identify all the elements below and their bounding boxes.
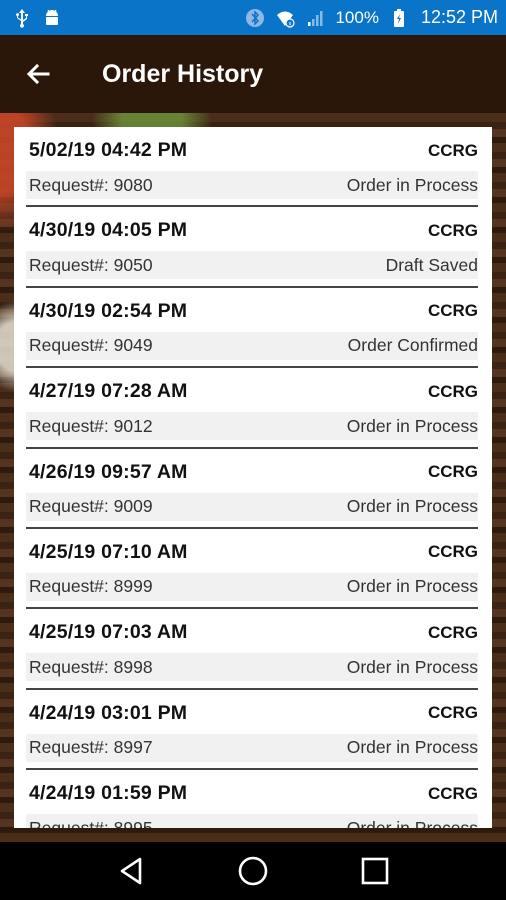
status-bar: x 100% 12:52 PM	[0, 0, 506, 35]
order-header-row: 4/24/19 01:59 PM CCRG	[29, 782, 478, 805]
order-code: CCRG	[427, 140, 478, 160]
status-left	[12, 8, 62, 28]
battery-percentage: 100%	[335, 7, 379, 27]
order-detail-row: Request#: 8995 Order in Process	[26, 814, 478, 828]
order-header-row: 4/25/19 07:10 AM CCRG	[29, 541, 478, 564]
order-code: CCRG	[427, 301, 478, 321]
order-date: 4/24/19 01:59 PM	[29, 782, 188, 805]
order-date: 4/30/19 02:54 PM	[29, 299, 188, 322]
order-detail-row: Request#: 9012 Order in Process	[26, 412, 478, 441]
order-detail-row: Request#: 8998 Order in Process	[26, 653, 478, 682]
order-list-item[interactable]: 4/24/19 01:59 PM CCRG Request#: 8995 Order …	[14, 770, 492, 828]
order-request-number: Request#: 8997	[29, 737, 153, 758]
back-button[interactable]	[16, 52, 60, 96]
order-date: 4/30/19 04:05 PM	[29, 219, 188, 242]
usb-icon	[12, 8, 32, 28]
home-circle-icon	[238, 856, 268, 886]
order-header-row: 4/30/19 04:05 PM CCRG	[29, 219, 478, 242]
order-code: CCRG	[427, 462, 478, 482]
order-list-card: 5/02/19 04:42 PM CCRG Request#: 9080 Order …	[14, 127, 492, 828]
order-status: Order in Process	[346, 576, 478, 597]
arrow-left-icon	[26, 63, 50, 85]
order-date: 4/26/19 09:57 AM	[29, 460, 188, 483]
back-triangle-icon	[120, 857, 142, 885]
order-list-item[interactable]: 4/26/19 09:57 AM CCRG Request#: 9009 Order …	[14, 449, 492, 529]
order-code: CCRG	[427, 542, 478, 562]
order-status: Order Confirmed	[347, 335, 478, 356]
order-code: CCRG	[427, 783, 478, 803]
order-detail-row: Request#: 8997 Order in Process	[26, 733, 478, 762]
order-status: Order in Process	[346, 496, 478, 517]
order-code: CCRG	[427, 703, 478, 723]
page-title: Order History	[102, 59, 264, 88]
order-status: Order in Process	[346, 737, 478, 758]
order-list-item[interactable]: 5/02/19 04:42 PM CCRG Request#: 9080 Order …	[14, 127, 492, 208]
order-list-item[interactable]: 4/25/19 07:10 AM CCRG Request#: 8999 Order …	[14, 529, 492, 610]
order-date: 4/24/19 03:01 PM	[29, 701, 188, 724]
battery-icon	[389, 8, 409, 28]
order-date: 4/25/19 07:03 AM	[29, 621, 188, 644]
order-list-item[interactable]: 4/30/19 04:05 PM CCRG Request#: 9050 Draft …	[14, 207, 492, 288]
order-request-number: Request#: 9012	[29, 415, 153, 436]
order-status: Order in Process	[346, 415, 478, 436]
order-code: CCRG	[427, 220, 478, 240]
svg-text:x: x	[289, 21, 292, 27]
order-request-number: Request#: 9009	[29, 496, 153, 517]
order-header-row: 4/25/19 07:03 AM CCRG	[29, 621, 478, 644]
order-request-number: Request#: 9049	[29, 335, 153, 356]
android-icon	[42, 8, 62, 28]
app-bar: Order History	[0, 35, 506, 113]
order-list-item[interactable]: 4/25/19 07:03 AM CCRG Request#: 8998 Order …	[14, 609, 492, 690]
order-detail-row: Request#: 9080 Order in Process	[26, 171, 478, 199]
order-detail-row: Request#: 9050 Draft Saved	[26, 251, 478, 280]
order-list-item[interactable]: 4/24/19 03:01 PM CCRG Request#: 8997 Order …	[14, 690, 492, 771]
order-detail-row: Request#: 9049 Order Confirmed	[26, 331, 478, 360]
status-right: x 100% 12:52 PM	[245, 7, 498, 28]
order-request-number: Request#: 8995	[29, 817, 153, 828]
order-code: CCRG	[427, 381, 478, 401]
bluetooth-icon	[245, 8, 265, 28]
order-status: Order in Process	[346, 174, 478, 195]
order-list: 5/02/19 04:42 PM CCRG Request#: 9080 Order …	[14, 127, 492, 828]
order-request-number: Request#: 8999	[29, 576, 153, 597]
order-date: 5/02/19 04:42 PM	[29, 139, 188, 161]
nav-recents-button[interactable]	[355, 851, 395, 891]
order-list-item[interactable]: 4/30/19 02:54 PM CCRG Request#: 9049 Order …	[14, 288, 492, 369]
order-header-row: 4/24/19 03:01 PM CCRG	[29, 702, 478, 725]
status-time: 12:52 PM	[420, 7, 498, 27]
order-list-item[interactable]: 4/27/19 07:28 AM CCRG Request#: 9012 Order …	[14, 368, 492, 449]
order-status: Order in Process	[346, 656, 478, 677]
order-date: 4/25/19 07:10 AM	[29, 540, 188, 563]
order-code: CCRG	[427, 622, 478, 642]
order-detail-row: Request#: 8999 Order in Process	[26, 572, 478, 601]
order-request-number: Request#: 8998	[29, 656, 153, 677]
nav-home-button[interactable]	[233, 851, 273, 891]
recents-square-icon	[361, 857, 389, 885]
order-request-number: Request#: 9050	[29, 254, 153, 275]
order-header-row: 4/30/19 02:54 PM CCRG	[29, 300, 478, 323]
nav-back-button[interactable]	[111, 851, 151, 891]
order-header-row: 5/02/19 04:42 PM CCRG	[29, 139, 478, 162]
signal-icon	[305, 8, 325, 28]
wifi-icon: x	[275, 8, 296, 28]
order-header-row: 4/26/19 09:57 AM CCRG	[29, 461, 478, 484]
order-status: Draft Saved	[385, 254, 478, 275]
order-date: 4/27/19 07:28 AM	[29, 380, 188, 403]
order-header-row: 4/27/19 07:28 AM CCRG	[29, 380, 478, 403]
order-status: Order in Process	[346, 817, 478, 828]
order-request-number: Request#: 9080	[29, 174, 153, 195]
order-detail-row: Request#: 9009 Order in Process	[26, 492, 478, 521]
navigation-bar	[0, 842, 506, 900]
